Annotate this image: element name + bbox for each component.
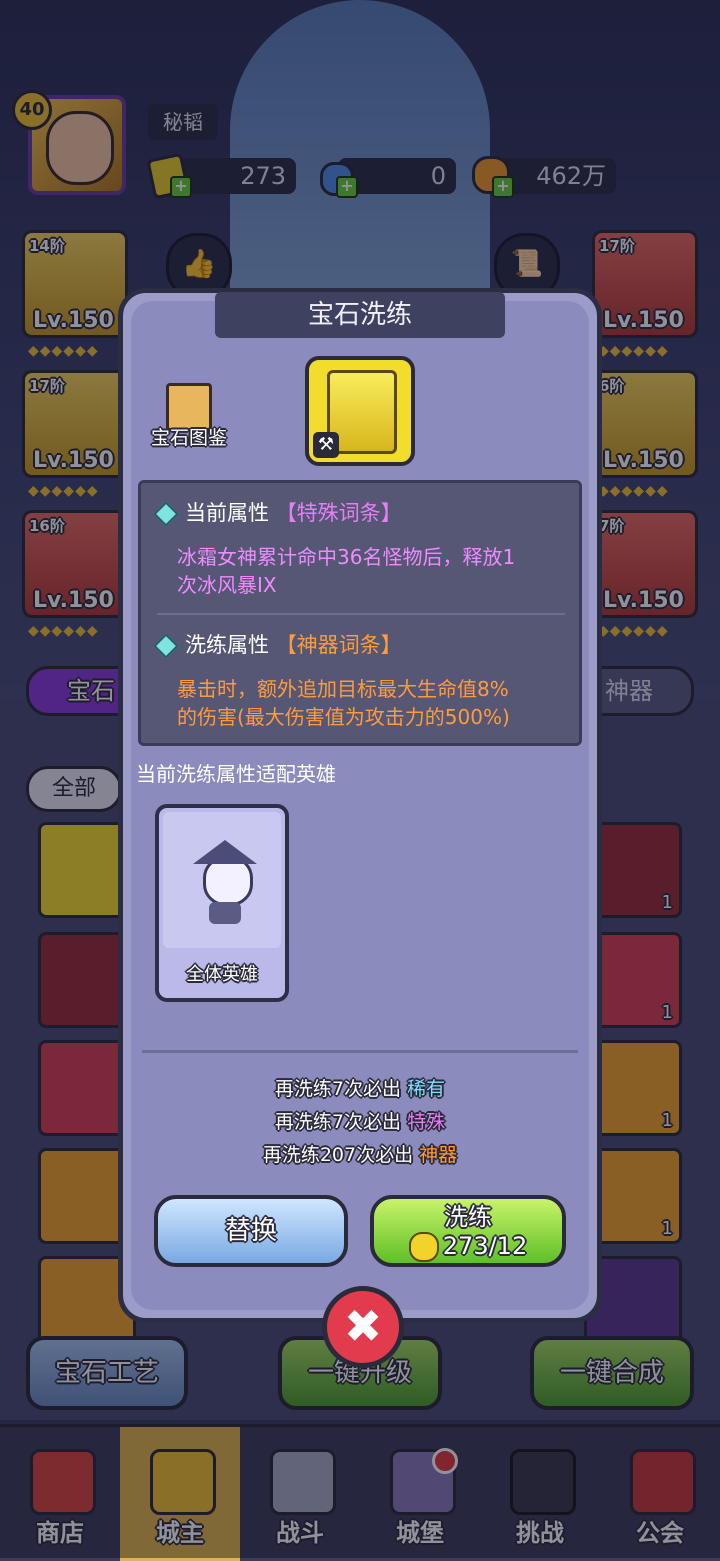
pity-tier: 神器 [419,1144,458,1166]
diamond-icon [153,633,179,659]
hero-body [209,902,241,924]
diamond-icon [153,501,179,527]
current-attr-line-2: 次冰风暴IX [177,573,277,597]
current-attr-line-1: 冰霜女神累计命中36名怪物后，释放1 [177,545,516,569]
pity-prefix: 再洗练7次必出 [274,1078,402,1100]
current-attr-heading: 当前属性 【特殊词条】 [153,497,402,527]
refine-attr-heading: 洗练属性 【神器词条】 [153,629,402,659]
fit-hero-label: 当前洗练属性适配英雄 [136,762,336,786]
close-dialog-button[interactable]: ✖ [322,1286,404,1368]
gem-codex-button[interactable]: 宝石图鉴 [144,383,234,453]
pity-tier: 特殊 [407,1111,446,1133]
codex-label: 宝石图鉴 [150,427,227,449]
refine-button-label: 洗练 [444,1203,492,1231]
refine-button[interactable]: 洗练 273/12 [370,1195,566,1267]
refine-cost: 273/12 [374,1231,562,1262]
pity-prefix: 再洗练207次必出 [262,1144,414,1166]
wizard-hat-icon [193,840,257,864]
selected-gem[interactable]: ⚒ [305,356,415,466]
gem-cost-icon [408,1232,439,1262]
hero-label: 全体英雄 [186,964,258,985]
pity-line: 再洗练207次必出 神器 [138,1140,582,1167]
divider [142,1050,578,1053]
pity-tier: 稀有 [407,1078,446,1100]
refine-attr-text: 暴击时，额外追加目标最大生命值8% 的伤害(最大伤害值为攻击力的500%) [177,675,577,731]
current-attr-label: 当前属性 [185,501,269,525]
refine-attr-label: 洗练属性 [185,633,269,657]
pity-line: 再洗练7次必出 特殊 [138,1107,582,1134]
refine-attr-line-2: 的伤害(最大伤害值为攻击力的500%) [177,705,510,729]
refine-cost-value: 273/12 [442,1232,528,1260]
hero-portrait [163,812,281,948]
current-attr-text: 冰霜女神累计命中36名怪物后，释放1 次冰风暴IX [177,543,577,599]
refine-attr-tag: 【神器词条】 [275,633,402,657]
pity-prefix: 再洗练7次必出 [274,1111,402,1133]
dialog-title: 宝石洗练 [215,292,505,338]
divider [157,613,565,615]
current-attr-tag: 【特殊词条】 [275,501,402,525]
attribute-panel: 当前属性 【特殊词条】 冰霜女神累计命中36名怪物后，释放1 次冰风暴IX 洗练… [138,480,582,746]
hammer-icon: ⚒ [313,432,339,458]
pity-line: 再洗练7次必出 稀有 [138,1074,582,1101]
refine-attr-line-1: 暴击时，额外追加目标最大生命值8% [177,677,509,701]
hero-card[interactable]: 全体英雄 [155,804,289,1002]
replace-button[interactable]: 替换 [154,1195,348,1267]
